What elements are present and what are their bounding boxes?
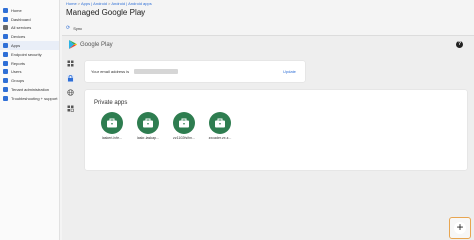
groups-icon — [3, 78, 8, 84]
app-label: zxcader.zx.z... — [208, 136, 232, 140]
page-title: Managed Google Play — [66, 8, 146, 17]
google-play-logo-icon — [69, 40, 77, 49]
google-play-header: Google Play — [69, 40, 113, 49]
sidebar-item-troubleshooting[interactable]: Troubleshooting + support — [0, 94, 59, 103]
breadcrumb-separator: > — [77, 1, 81, 6]
sidebar-item-devices[interactable]: Devices — [0, 32, 59, 41]
sidebar-item-label: Apps — [11, 43, 21, 49]
shield-icon — [3, 51, 8, 57]
sidebar-item-all-services[interactable]: All services — [0, 24, 59, 33]
app-icon — [137, 112, 159, 134]
admin-icon — [3, 87, 8, 93]
app-label: zz1102fsihn... — [173, 136, 195, 140]
sidebar-item-label: Users — [11, 69, 22, 75]
sidebar-item-label: Home — [11, 7, 22, 13]
email-card: Your email address is Update — [85, 61, 305, 82]
briefcase-icon — [179, 118, 189, 128]
reports-icon — [3, 60, 8, 66]
update-link[interactable]: Update — [283, 69, 296, 74]
sidebar-item-reports[interactable]: Reports — [0, 59, 59, 68]
breadcrumb: Home>Apps | Android>Android | Android ap… — [66, 1, 152, 6]
add-button[interactable]: + — [449, 217, 471, 239]
sidebar-item-label: Reports — [11, 60, 26, 66]
app-tile[interactable]: zxcader.zx.z... — [205, 112, 235, 146]
breadcrumb-item[interactable]: Android | Android apps — [111, 1, 151, 6]
sidebar-item-label: Troubleshooting + support — [11, 95, 58, 101]
grid-icon[interactable] — [67, 105, 74, 112]
private-apps-title: Private apps — [94, 100, 128, 106]
user-icon — [3, 69, 8, 75]
sync-button[interactable]: ⟳ Sync — [66, 25, 82, 31]
breadcrumb-item[interactable]: Apps | Android — [81, 1, 107, 6]
breadcrumb-separator: > — [107, 1, 111, 6]
app-tile[interactable]: laskeri-lvfe... — [97, 112, 127, 146]
sync-icon: ⟳ — [66, 25, 71, 31]
sync-label: Sync — [73, 25, 83, 31]
breadcrumb-item[interactable]: Home — [66, 1, 77, 6]
sidebar-item-users[interactable]: Users — [0, 68, 59, 77]
lock-icon[interactable] — [67, 75, 74, 82]
sidebar: Home Dashboard All services Devices Apps… — [0, 0, 60, 240]
help-icon[interactable]: ? — [456, 41, 463, 48]
app-label: laskeri-lvfe... — [101, 136, 123, 140]
app-tile[interactable]: laskr-laskap... — [133, 112, 163, 146]
private-apps-card: Private apps laskeri-lvfe... laskr-laska… — [85, 90, 467, 170]
sidebar-item-tenant-administration[interactable]: Tenant administration — [0, 85, 59, 94]
sidebar-item-label: Groups — [11, 78, 25, 84]
sidebar-item-endpoint-security[interactable]: Endpoint security — [0, 50, 59, 59]
globe-icon[interactable] — [67, 89, 74, 96]
briefcase-icon — [215, 118, 225, 128]
app-icon — [101, 112, 123, 134]
sidebar-item-label: Devices — [11, 34, 26, 40]
briefcase-icon — [143, 118, 153, 128]
apps-grid-icon[interactable] — [67, 60, 74, 67]
email-label: Your email address is — [91, 69, 130, 74]
pin-icon[interactable]: ⚲ — [140, 10, 146, 16]
sidebar-item-label: Endpoint security — [11, 51, 42, 57]
sidebar-item-home[interactable]: Home — [0, 6, 59, 15]
home-icon — [3, 7, 8, 13]
sidebar-item-label: Dashboard — [11, 16, 31, 22]
apps-icon — [3, 43, 8, 49]
app-tile[interactable]: zz1102fsihn... — [169, 112, 199, 146]
app-icon — [209, 112, 231, 134]
devices-icon — [3, 34, 8, 40]
briefcase-icon — [107, 118, 117, 128]
google-play-title: Google Play — [80, 41, 113, 48]
list-icon — [3, 25, 8, 31]
app-label: laskr-laskap... — [136, 136, 160, 140]
redacted-email — [134, 69, 178, 74]
sidebar-item-dashboard[interactable]: Dashboard — [0, 15, 59, 24]
wrench-icon — [3, 95, 8, 101]
sidebar-item-label: All services — [11, 25, 32, 31]
sidebar-item-label: Tenant administration — [11, 87, 50, 93]
sidebar-item-apps[interactable]: Apps — [0, 41, 59, 50]
app-icon — [173, 112, 195, 134]
plus-icon: + — [454, 221, 466, 234]
dashboard-icon — [3, 16, 8, 22]
sidebar-item-groups[interactable]: Groups — [0, 76, 59, 85]
